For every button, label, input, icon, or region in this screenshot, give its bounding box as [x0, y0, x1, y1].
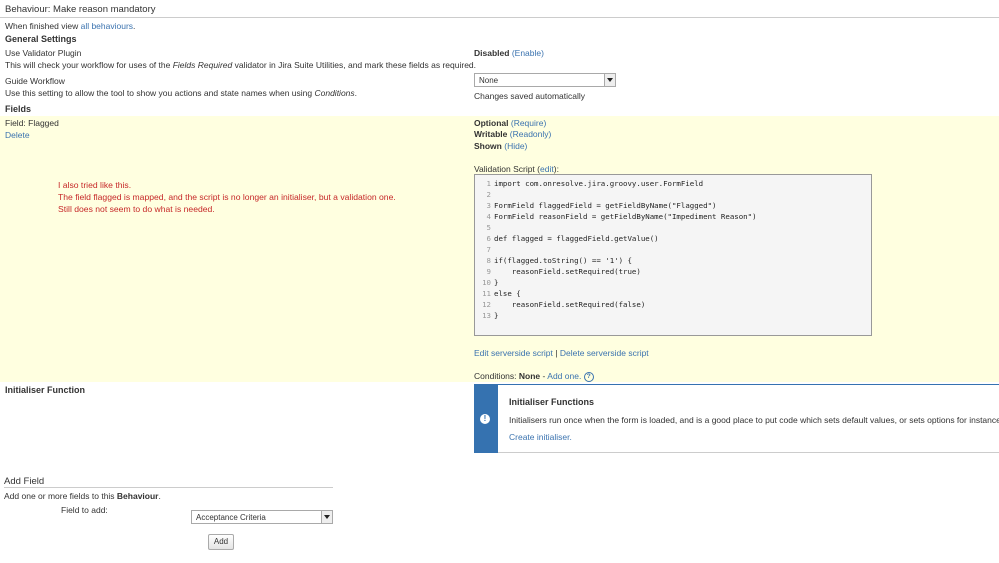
intro-text: When finished view all behaviours. [5, 21, 136, 31]
add-button[interactable]: Add [208, 534, 234, 550]
guide-workflow-select[interactable]: None [474, 73, 616, 87]
code-line: 13} [482, 311, 499, 320]
delete-serverside-script-link[interactable]: Delete serverside script [560, 348, 649, 358]
enable-link[interactable]: (Enable) [512, 48, 544, 58]
validation-script-code[interactable]: 1 import com.onresolve.jira.groovy.user.F… [474, 174, 872, 336]
shown-setting: Shown (Hide) [474, 141, 528, 151]
code-line: 9 reasonField.setRequired(true) [486, 267, 641, 276]
conditions-row: Conditions: None - Add one. ? [474, 371, 594, 382]
require-link[interactable]: (Require) [511, 118, 546, 128]
code-line: 6 def flagged = flaggedField.getValue() [486, 234, 659, 243]
annotation-note: I also tried like this. The field flagge… [58, 180, 396, 214]
page-title: Behaviour: Make reason mandatory [5, 4, 156, 15]
code-line: 11 else { [482, 289, 521, 298]
readonly-link[interactable]: (Readonly) [510, 129, 552, 139]
code-line: 3 FormField flaggedField = getFieldByName… [486, 201, 717, 210]
field-to-add-select[interactable]: Acceptance Criteria [191, 510, 333, 524]
writable-setting: Writable (Readonly) [474, 129, 552, 139]
code-line: 12 reasonField.setRequired(false) [482, 300, 646, 309]
help-icon[interactable]: ? [583, 371, 594, 382]
all-behaviours-link[interactable]: all behaviours [81, 21, 133, 31]
optional-setting: Optional (Require) [474, 118, 547, 128]
initialiser-info-panel: ! Initialiser Functions Initialisers run… [474, 384, 999, 453]
edit-serverside-script-link[interactable]: Edit serverside script [474, 348, 553, 358]
chevron-down-icon [321, 511, 332, 523]
code-line: 8 if(flagged.toString() == '1') { [486, 256, 632, 265]
edit-validation-link[interactable]: edit [540, 164, 554, 174]
validator-status: Disabled (Enable) [474, 48, 544, 58]
code-line: 1 import com.onresolve.jira.groovy.user.F… [486, 179, 704, 188]
add-field-heading: Add Field [4, 476, 45, 487]
guide-workflow-description: Use this setting to allow the tool to sh… [5, 88, 358, 98]
code-line: 4 FormField reasonField = getFieldByName(… [486, 212, 757, 221]
code-line: 2 [486, 190, 491, 199]
validation-script-label: Validation Script (edit): [474, 164, 559, 174]
field-to-add-label: Field to add: [61, 505, 108, 515]
code-line: 10} [482, 278, 499, 287]
initialiser-panel-title: Initialiser Functions [509, 397, 595, 407]
fields-heading: Fields [5, 104, 32, 114]
delete-field-link[interactable]: Delete [5, 130, 30, 140]
code-line: 5 [486, 223, 491, 232]
field-name: Field: Flagged [5, 118, 59, 128]
initialiser-heading: Initialiser Function [5, 385, 86, 395]
hide-link[interactable]: (Hide) [504, 141, 527, 151]
initialiser-panel-text: Initialisers run once when the form is l… [509, 415, 999, 425]
validator-status-value: Disabled [474, 48, 510, 58]
validator-description: This will check your workflow for uses o… [5, 60, 477, 70]
divider [4, 487, 333, 488]
general-settings-heading: General Settings [5, 34, 77, 44]
serverside-links: Edit serverside script | Delete serversi… [474, 348, 649, 358]
add-field-description: Add one or more fields to this Behaviour… [4, 491, 161, 501]
code-line: 7 [486, 245, 491, 254]
changes-saved-note: Changes saved automatically [474, 91, 586, 101]
create-initialiser-link[interactable]: Create initialiser. [509, 432, 572, 442]
info-icon: ! [480, 414, 490, 424]
validator-label: Use Validator Plugin [5, 48, 82, 58]
add-condition-link[interactable]: Add one. [547, 371, 581, 381]
guide-workflow-label: Guide Workflow [5, 76, 65, 86]
chevron-down-icon [604, 74, 615, 86]
info-strip: ! [474, 385, 498, 453]
